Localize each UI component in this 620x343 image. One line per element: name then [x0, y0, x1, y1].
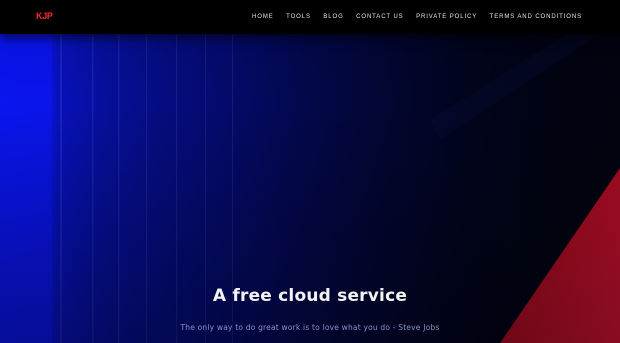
nav-item-private-policy[interactable]: PRIVATE POLICY [416, 14, 477, 20]
nav-item-home[interactable]: HOME [252, 14, 274, 20]
nav-item-contact-us[interactable]: CONTACT US [356, 14, 403, 20]
navbar: KJP HOME TOOLS BLOG CONTACT US PRIVATE P… [0, 0, 620, 34]
nav-item-tools[interactable]: TOOLS [286, 14, 311, 20]
hero-quote: The only way to do great work is to love… [180, 323, 440, 332]
site-logo[interactable]: KJP [36, 10, 53, 22]
nav-item-blog[interactable]: BLOG [323, 14, 343, 20]
main-nav: HOME TOOLS BLOG CONTACT US PRIVATE POLIC… [240, 0, 582, 34]
nav-item-terms-and-conditions[interactable]: TERMS AND CONDITIONS [490, 14, 582, 20]
hero-headline: A free cloud service [212, 286, 408, 306]
